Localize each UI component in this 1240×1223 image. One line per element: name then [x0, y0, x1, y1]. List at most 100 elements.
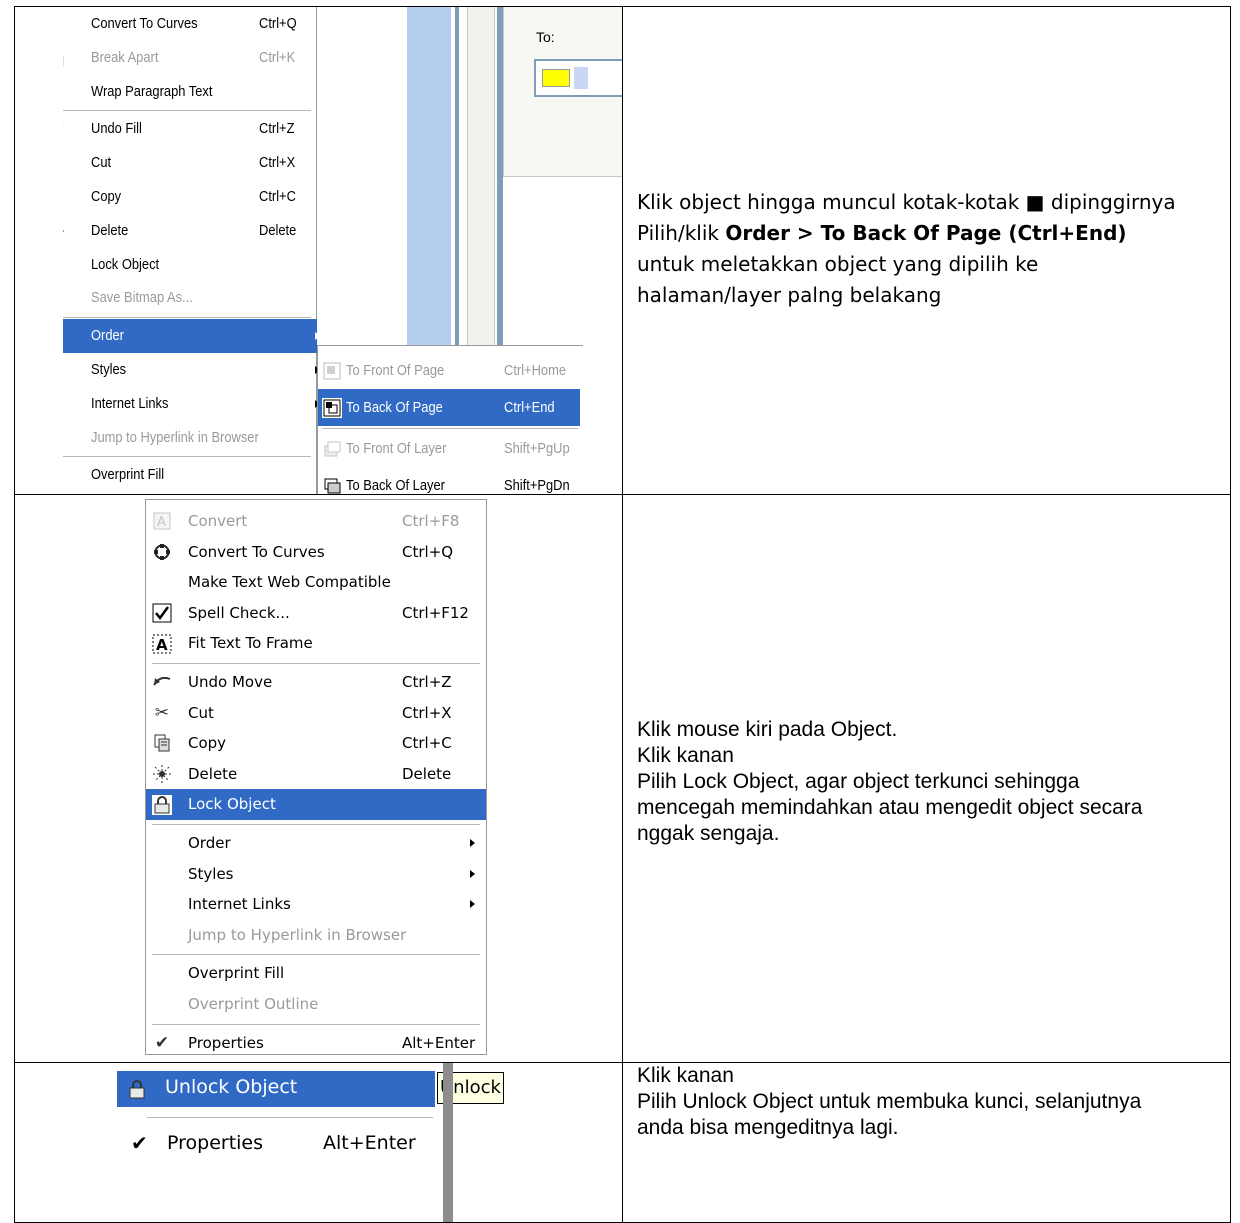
- menu-item-properties[interactable]: ✔ Properties Alt+Enter: [146, 1028, 486, 1059]
- menu-separator: [147, 1117, 433, 1118]
- menu-item-shortcut: Ctrl+F8: [402, 512, 460, 530]
- menu-item-break-apart[interactable]: Break Apart Ctrl+K: [33, 41, 317, 75]
- row1-line1: Klik object hingga muncul kotak-kotak ■ …: [637, 189, 1176, 214]
- menu-item-shortcut: Ctrl+Q: [402, 542, 454, 561]
- menu-item-undo-move[interactable]: Undo Move Ctrl+Z: [146, 667, 486, 698]
- menu-item-cut[interactable]: ✂CutCtrl+X: [33, 146, 317, 180]
- menu-item-overprint-fill[interactable]: Overprint Fill: [146, 958, 486, 989]
- dropdown-chevron-icon[interactable]: [574, 67, 588, 89]
- order-path-text: Order > To Back Of Page (Ctrl+End): [725, 220, 1127, 245]
- menu-item-shortcut: Ctrl+C: [259, 188, 296, 205]
- menu-item-label: Lock Object: [188, 795, 276, 814]
- menu-item-lock-object[interactable]: Lock Object: [146, 789, 486, 820]
- undo-icon: [152, 672, 172, 692]
- order-submenu: To Front Of Page Ctrl+Home To Back Of Page…: [317, 345, 584, 494]
- menu-item-shortcut: Ctrl+X: [402, 703, 452, 722]
- menu-item-delete[interactable]: Delete Delete: [33, 214, 317, 248]
- checkmark-icon: ✔: [131, 1131, 148, 1155]
- row1-line2: Pilih/klik Order > To Back Of Page (Ctrl…: [637, 220, 1127, 245]
- svg-text:A: A: [157, 515, 166, 530]
- menu-item-order[interactable]: Order: [63, 319, 320, 353]
- svg-text:A: A: [156, 636, 168, 654]
- menu-item-make-text-web-compatible[interactable]: Make Text Web Compatible: [146, 567, 486, 598]
- menu-item-to-front-of-layer[interactable]: To Front Of Layer Shift+PgUp: [318, 430, 584, 467]
- menu-item-shortcut: Ctrl+K: [259, 48, 296, 66]
- menu-item-jump-to-hyperlink-in-browser[interactable]: Jump to Hyperlink in Browser: [146, 920, 486, 951]
- menu-item-label: Wrap Paragraph Text: [91, 82, 213, 100]
- row3-instruction-text: Klik kanan Pilih Unlock Object untuk mem…: [624, 1064, 1230, 1142]
- menu-separator: [322, 428, 578, 429]
- menu-item-to-back-of-layer[interactable]: To Back Of Layer Shift+PgDn: [318, 467, 584, 494]
- menu-item-shortcut: Ctrl+Q: [259, 15, 297, 32]
- delete-icon: [152, 764, 172, 784]
- to-front-page-icon: [322, 361, 342, 381]
- menu-separator: [152, 954, 480, 956]
- menu-item-undo-fill[interactable]: Undo Fill Ctrl+Z: [33, 112, 317, 146]
- menu-item-copy[interactable]: Copy Ctrl+C: [33, 180, 317, 214]
- menu-item-fit-text-to-frame[interactable]: A Fit Text To Frame: [146, 628, 486, 659]
- row2-context-menu: A Convert Ctrl+F8 Convert To Curves Ctrl+Q Ma…: [145, 499, 487, 1055]
- menu-item-save-bitmap-as[interactable]: Save Bitmap As...: [33, 281, 317, 315]
- row3-instruction-cell: Klik kanan Pilih Unlock Object untuk mem…: [622, 1062, 1231, 1223]
- color-swatch-dropdown[interactable]: [534, 59, 622, 97]
- submenu-arrow-icon: [470, 900, 475, 909]
- unlock-object-item[interactable]: Unlock Object: [117, 1071, 435, 1107]
- menu-item-shortcut: Ctrl+End: [504, 399, 555, 416]
- menu-item-label: Convert To Curves: [188, 542, 325, 561]
- menu-item-convert-to-curves[interactable]: Convert To Curves Ctrl+Q: [146, 537, 486, 568]
- menu-item-cut[interactable]: ✂CutCtrl+X: [146, 698, 486, 729]
- menu-item-styles[interactable]: Styles: [33, 353, 320, 387]
- menu-item-label: To Back Of Page: [346, 399, 443, 416]
- menu-item-label: Copy: [188, 734, 227, 753]
- menu-separator: [63, 110, 311, 112]
- menu-item-jump-to-hyperlink-in-browser[interactable]: Jump to Hyperlink in Browser: [33, 421, 317, 455]
- to-front-layer-icon: [322, 439, 342, 459]
- menu-item-label: Styles: [91, 361, 127, 378]
- menu-item-spell-check[interactable]: Spell Check... Ctrl+F12: [146, 598, 486, 629]
- menu-item-label: Spell Check...: [188, 603, 290, 622]
- menu-item-convert[interactable]: A Convert Ctrl+F8: [146, 506, 486, 537]
- menu-item-label: Styles: [188, 864, 234, 883]
- menu-item-shortcut: Shift+PgUp: [504, 440, 570, 457]
- menu-item-lock-object[interactable]: Lock Object: [33, 248, 317, 282]
- menu-item-delete[interactable]: Delete Delete: [146, 759, 486, 790]
- menu-item-label: Cut: [91, 154, 112, 172]
- menu-item-to-front-of-page[interactable]: To Front Of Page Ctrl+Home: [318, 352, 584, 389]
- menu-item-wrap-paragraph-text[interactable]: Wrap Paragraph Text: [33, 75, 317, 109]
- properties-label: Properties: [167, 1132, 264, 1154]
- menu-separator: [152, 663, 480, 664]
- menu-item-label: To Front Of Layer: [346, 440, 447, 457]
- menu-item-label: Convert To Curves: [91, 15, 198, 32]
- menu-item-label: Properties: [188, 1033, 264, 1052]
- menu-item-label: Delete: [91, 221, 129, 239]
- row1-context-menu: Convert To Curves Ctrl+Q Break Apart Ctrl+K…: [33, 7, 320, 494]
- menu-item-label: Cut: [188, 703, 214, 722]
- row2-line3: Pilih Lock Object, agar object terkunci …: [637, 769, 1080, 793]
- menu-item-shortcut: Ctrl+Z: [402, 673, 452, 691]
- row2-line5: nggak sengaja.: [637, 821, 780, 845]
- menu-item-label: Overprint Fill: [91, 466, 165, 484]
- row1-line3: untuk meletakkan object yang dipilih ke: [637, 251, 1039, 276]
- menu-item-styles[interactable]: Styles: [146, 859, 486, 890]
- menu-item-overprint-outline[interactable]: Overprint Outline: [146, 989, 486, 1020]
- yellow-swatch: [542, 69, 570, 87]
- row3-context-menu: Unlock Object Unlock ✔ Properties Alt+En…: [117, 1063, 511, 1222]
- menu-item-overprint-fill[interactable]: Overprint Fill: [33, 458, 317, 492]
- menu-item-to-back-of-page[interactable]: To Back Of Page Ctrl+End: [318, 389, 580, 426]
- menu-item-label: To Back Of Layer: [346, 477, 445, 494]
- menu-item-label: Lock Object: [91, 255, 160, 273]
- row1-instruction-text: Klik object hingga muncul kotak-kotak ■ …: [624, 187, 1230, 311]
- menu-item-convert-to-curves[interactable]: Convert To Curves Ctrl+Q: [33, 8, 317, 41]
- menu-item-order[interactable]: Order: [146, 828, 486, 859]
- properties-item[interactable]: ✔ Properties Alt+Enter: [117, 1127, 435, 1163]
- menu-item-internet-links[interactable]: Internet Links: [146, 889, 486, 920]
- menu-item-copy[interactable]: Copy Ctrl+C: [146, 728, 486, 759]
- row1-instruction-cell: Klik object hingga muncul kotak-kotak ■ …: [622, 6, 1231, 495]
- row3-line3: anda bisa mengeditnya lagi.: [637, 1116, 899, 1139]
- menu-item-internet-links[interactable]: Internet Links: [33, 387, 320, 421]
- unlock-object-label: Unlock Object: [165, 1076, 298, 1098]
- menu-item-shortcut: Delete: [259, 221, 297, 239]
- convert-curves-icon: [152, 542, 172, 562]
- menu-item-label: To Front Of Page: [346, 362, 445, 379]
- menu-item-shortcut: Alt+Enter: [402, 1033, 476, 1052]
